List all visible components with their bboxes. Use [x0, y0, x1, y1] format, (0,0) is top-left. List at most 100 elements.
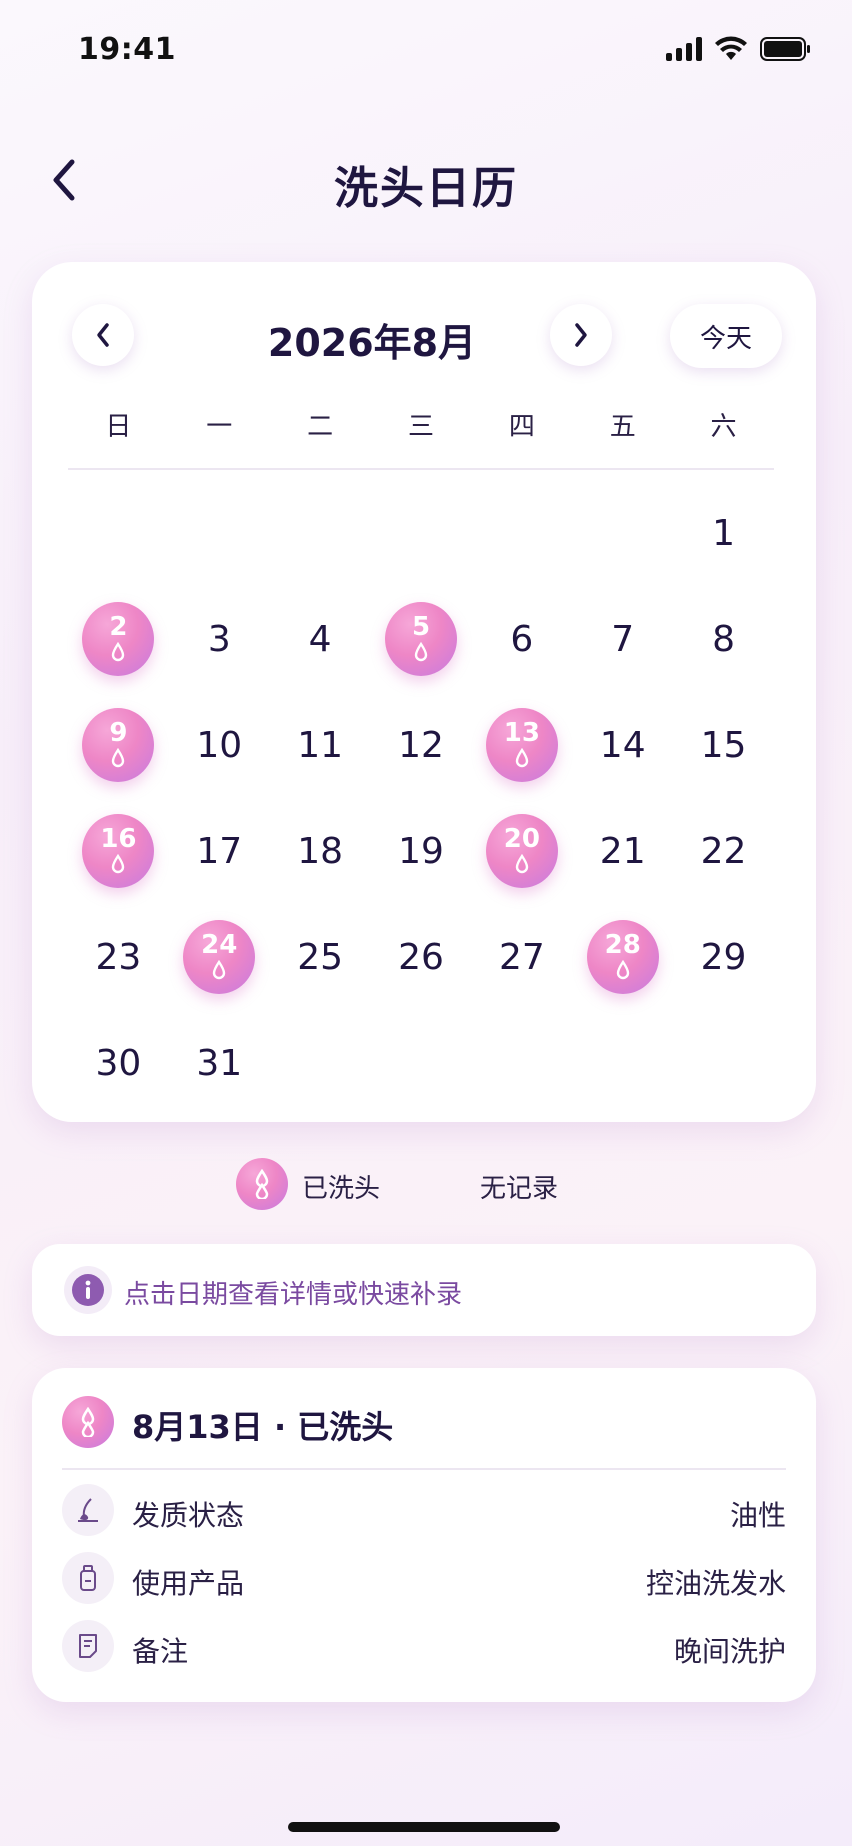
water-drop-icon [515, 748, 529, 768]
day-number: 7 [611, 618, 635, 660]
calendar-day-washed[interactable]: 5 [371, 586, 472, 692]
water-drop-icon [112, 748, 125, 768]
divider [62, 1468, 786, 1470]
brush-icon [62, 1484, 114, 1536]
calendar-day[interactable]: 21 [572, 798, 673, 904]
calendar-day-washed[interactable]: 9 [68, 692, 169, 798]
next-month-button[interactable] [550, 304, 612, 366]
detail-row-value: 晚间洗护 [673, 1635, 786, 1668]
water-drop-icon [213, 960, 226, 980]
day-number: 6 [510, 618, 534, 660]
calendar-day[interactable]: 15 [673, 692, 774, 798]
calendar-day[interactable]: 3 [169, 586, 270, 692]
note-icon [62, 1620, 114, 1672]
day-number: 10 [196, 724, 243, 766]
legend: 已洗头 无记录 [0, 1158, 852, 1214]
month-header: 2026年8月 今天 [32, 304, 816, 368]
water-drop-icon [112, 642, 125, 662]
calendar-day[interactable]: 17 [169, 798, 270, 904]
nav-bar: 洗头日历 [0, 140, 852, 220]
info-icon [64, 1266, 112, 1314]
calendar-day[interactable]: 12 [371, 692, 472, 798]
calendar-day-washed[interactable]: 20 [471, 798, 572, 904]
day-number: 29 [700, 936, 747, 978]
detail-row-value: 控油洗发水 [645, 1567, 786, 1600]
calendar-day[interactable]: 25 [270, 904, 371, 1010]
day-number: 5 [411, 612, 431, 642]
day-number: 8 [712, 618, 736, 660]
detail-row-note: 备注 晚间洗护 [62, 1620, 786, 1676]
day-number: 13 [503, 718, 540, 748]
detail-row-product: 使用产品 控油洗发水 [62, 1552, 786, 1608]
tip-banner: 点击日期查看详情或快速补录 [32, 1244, 816, 1336]
day-number: 16 [100, 824, 137, 854]
day-number: 1 [712, 512, 736, 554]
cellular-signal-icon [666, 37, 702, 61]
calendar-day[interactable]: 26 [371, 904, 472, 1010]
day-number: 23 [95, 936, 142, 978]
calendar-day[interactable]: 10 [169, 692, 270, 798]
calendar-day-washed[interactable]: 24 [169, 904, 270, 1010]
detail-row-label: 使用产品 [132, 1567, 245, 1600]
calendar-day[interactable]: 27 [471, 904, 572, 1010]
washed-day-marker: 24 [183, 920, 256, 994]
calendar-empty-cell [471, 480, 572, 586]
tip-text: 点击日期查看详情或快速补录 [124, 1280, 463, 1310]
calendar-day[interactable]: 18 [270, 798, 371, 904]
calendar-empty-cell [270, 480, 371, 586]
water-drop-icon [81, 1407, 95, 1437]
calendar-day-washed[interactable]: 2 [68, 586, 169, 692]
calendar-day[interactable]: 22 [673, 798, 774, 904]
calendar-day[interactable]: 8 [673, 586, 774, 692]
detail-title: 8月13日 · 已洗头 [132, 1408, 394, 1446]
water-drop-icon [255, 1169, 269, 1199]
day-number: 15 [700, 724, 747, 766]
calendar-empty-cell [68, 480, 169, 586]
day-number: 31 [196, 1042, 243, 1084]
calendar-day-washed[interactable]: 13 [471, 692, 572, 798]
calendar-day[interactable]: 30 [68, 1010, 169, 1116]
chevron-left-icon [97, 323, 109, 347]
calendar-day[interactable]: 11 [270, 692, 371, 798]
weekday-label: 二 [307, 412, 334, 442]
calendar-empty-cell [371, 480, 472, 586]
status-icons [666, 36, 812, 62]
weekday-header: 日 一 二 三 四 五 六 [68, 406, 774, 443]
day-number: 11 [297, 724, 344, 766]
weekday-label: 六 [710, 412, 737, 442]
calendar-day[interactable]: 19 [371, 798, 472, 904]
calendar-day[interactable]: 1 [673, 480, 774, 586]
day-number: 30 [95, 1042, 142, 1084]
calendar-day[interactable]: 6 [471, 586, 572, 692]
weekday-label: 一 [206, 412, 233, 442]
weekday-label: 三 [407, 412, 434, 442]
calendar-day[interactable]: 7 [572, 586, 673, 692]
calendar-day-washed[interactable]: 28 [572, 904, 673, 1010]
day-number: 4 [308, 618, 332, 660]
calendar-day[interactable]: 31 [169, 1010, 270, 1116]
wifi-icon [715, 36, 747, 60]
prev-month-button[interactable] [72, 304, 134, 366]
day-number: 22 [700, 830, 747, 872]
calendar-day[interactable]: 29 [673, 904, 774, 1010]
today-button[interactable]: 今天 [670, 304, 782, 368]
bottle-icon [62, 1552, 114, 1604]
calendar-day[interactable]: 14 [572, 692, 673, 798]
day-number: 3 [207, 618, 231, 660]
divider [68, 468, 774, 470]
calendar-day[interactable]: 23 [68, 904, 169, 1010]
calendar-day[interactable]: 4 [270, 586, 371, 692]
day-number: 18 [297, 830, 344, 872]
weekday-label: 五 [609, 412, 636, 442]
day-detail-card[interactable]: 8月13日 · 已洗头 发质状态 油性 使用产品 控油洗发水 备注 晚间洗护 [32, 1368, 816, 1702]
calendar-card: 2026年8月 今天 日 一 二 三 四 五 六 1 2 3 4 5 6 7 8 9 10 11 12… [32, 262, 816, 1122]
day-number: 9 [109, 718, 128, 748]
day-number: 24 [201, 930, 238, 960]
chevron-right-icon [575, 323, 587, 347]
day-number: 14 [599, 724, 646, 766]
calendar-day-washed[interactable]: 16 [68, 798, 169, 904]
detail-row-hair-condition: 发质状态 油性 [62, 1484, 786, 1540]
home-indicator[interactable] [288, 1822, 560, 1832]
washed-day-marker: 2 [82, 602, 155, 676]
detail-row-label: 备注 [132, 1635, 189, 1668]
